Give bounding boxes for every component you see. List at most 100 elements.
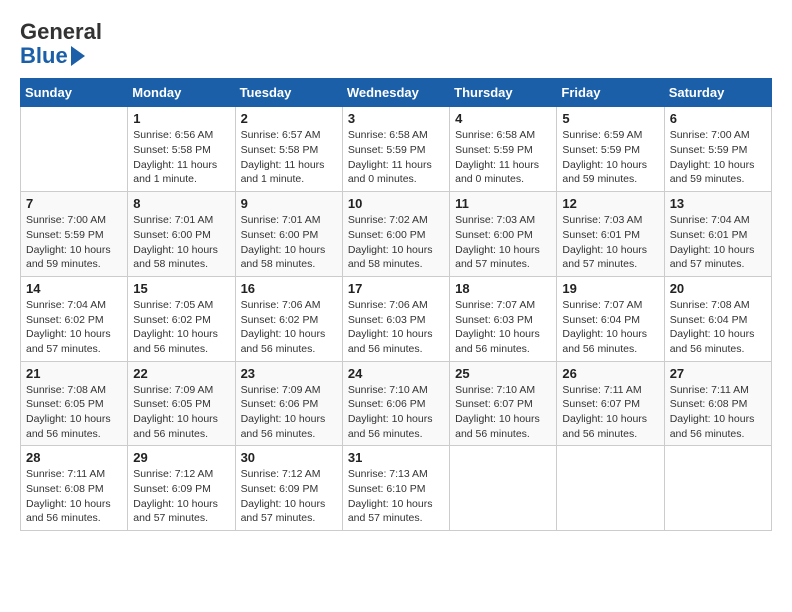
calendar-week-row: 14 Sunrise: 7:04 AMSunset: 6:02 PMDayligh…: [21, 276, 772, 361]
calendar-cell: 10 Sunrise: 7:02 AMSunset: 6:00 PMDayligh…: [342, 192, 449, 277]
calendar-cell: 8 Sunrise: 7:01 AMSunset: 6:00 PMDaylight…: [128, 192, 235, 277]
day-info: Sunrise: 7:07 AMSunset: 6:03 PMDaylight:…: [455, 298, 551, 357]
day-info: Sunrise: 7:07 AMSunset: 6:04 PMDaylight:…: [562, 298, 658, 357]
day-number: 5: [562, 111, 658, 126]
day-info: Sunrise: 7:09 AMSunset: 6:05 PMDaylight:…: [133, 383, 229, 442]
calendar-cell: 5 Sunrise: 6:59 AMSunset: 5:59 PMDaylight…: [557, 107, 664, 192]
day-info: Sunrise: 7:03 AMSunset: 6:00 PMDaylight:…: [455, 213, 551, 272]
day-header-wednesday: Wednesday: [342, 79, 449, 107]
day-number: 7: [26, 196, 122, 211]
logo: General Blue: [20, 20, 102, 68]
calendar-cell: 24Sunrise: 7:10 AMSunset: 6:06 PMDayligh…: [342, 361, 449, 446]
day-number: 18: [455, 281, 551, 296]
calendar-cell: 15Sunrise: 7:05 AMSunset: 6:02 PMDayligh…: [128, 276, 235, 361]
day-info: Sunrise: 7:12 AMSunset: 6:09 PMDaylight:…: [241, 467, 337, 526]
day-header-tuesday: Tuesday: [235, 79, 342, 107]
day-number: 19: [562, 281, 658, 296]
calendar-cell: [557, 446, 664, 531]
day-number: 25: [455, 366, 551, 381]
calendar-cell: 27 Sunrise: 7:11 AMSunset: 6:08 PMDayligh…: [664, 361, 771, 446]
calendar-cell: 28 Sunrise: 7:11 AMSunset: 6:08 PMDayligh…: [21, 446, 128, 531]
day-header-friday: Friday: [557, 79, 664, 107]
calendar-cell: [450, 446, 557, 531]
day-info: Sunrise: 6:56 AMSunset: 5:58 PMDaylight:…: [133, 128, 229, 187]
day-info: Sunrise: 7:11 AMSunset: 6:08 PMDaylight:…: [670, 383, 766, 442]
calendar-table: SundayMondayTuesdayWednesdayThursdayFrid…: [20, 78, 772, 531]
day-header-sunday: Sunday: [21, 79, 128, 107]
day-info: Sunrise: 7:11 AMSunset: 6:07 PMDaylight:…: [562, 383, 658, 442]
day-number: 13: [670, 196, 766, 211]
calendar-cell: 14 Sunrise: 7:04 AMSunset: 6:02 PMDayligh…: [21, 276, 128, 361]
day-number: 15: [133, 281, 229, 296]
day-number: 10: [348, 196, 444, 211]
day-info: Sunrise: 7:04 AMSunset: 6:02 PMDaylight:…: [26, 298, 122, 357]
day-number: 12: [562, 196, 658, 211]
calendar-cell: 26 Sunrise: 7:11 AMSunset: 6:07 PMDayligh…: [557, 361, 664, 446]
calendar-cell: 17Sunrise: 7:06 AMSunset: 6:03 PMDayligh…: [342, 276, 449, 361]
day-info: Sunrise: 7:09 AMSunset: 6:06 PMDaylight:…: [241, 383, 337, 442]
day-info: Sunrise: 6:58 AMSunset: 5:59 PMDaylight:…: [455, 128, 551, 187]
day-number: 28: [26, 450, 122, 465]
calendar-cell: 13 Sunrise: 7:04 AMSunset: 6:01 PMDayligh…: [664, 192, 771, 277]
calendar-cell: 19 Sunrise: 7:07 AMSunset: 6:04 PMDayligh…: [557, 276, 664, 361]
logo-text-blue: Blue: [20, 44, 68, 68]
day-info: Sunrise: 7:04 AMSunset: 6:01 PMDaylight:…: [670, 213, 766, 272]
logo-arrow-icon: [71, 46, 85, 66]
calendar-cell: 4 Sunrise: 6:58 AMSunset: 5:59 PMDaylight…: [450, 107, 557, 192]
calendar-cell: 1Sunrise: 6:56 AMSunset: 5:58 PMDaylight…: [128, 107, 235, 192]
calendar-cell: 25Sunrise: 7:10 AMSunset: 6:07 PMDayligh…: [450, 361, 557, 446]
day-number: 20: [670, 281, 766, 296]
calendar-week-row: 28 Sunrise: 7:11 AMSunset: 6:08 PMDayligh…: [21, 446, 772, 531]
day-number: 30: [241, 450, 337, 465]
calendar-cell: 11 Sunrise: 7:03 AMSunset: 6:00 PMDayligh…: [450, 192, 557, 277]
calendar-cell: 18 Sunrise: 7:07 AMSunset: 6:03 PMDayligh…: [450, 276, 557, 361]
day-number: 27: [670, 366, 766, 381]
calendar-cell: 29Sunrise: 7:12 AMSunset: 6:09 PMDayligh…: [128, 446, 235, 531]
day-info: Sunrise: 7:11 AMSunset: 6:08 PMDaylight:…: [26, 467, 122, 526]
calendar-cell: 6 Sunrise: 7:00 AMSunset: 5:59 PMDaylight…: [664, 107, 771, 192]
calendar-cell: 21Sunrise: 7:08 AMSunset: 6:05 PMDayligh…: [21, 361, 128, 446]
day-info: Sunrise: 7:01 AMSunset: 6:00 PMDaylight:…: [241, 213, 337, 272]
day-number: 23: [241, 366, 337, 381]
day-header-thursday: Thursday: [450, 79, 557, 107]
day-number: 11: [455, 196, 551, 211]
day-info: Sunrise: 7:00 AMSunset: 5:59 PMDaylight:…: [26, 213, 122, 272]
calendar-week-row: 1Sunrise: 6:56 AMSunset: 5:58 PMDaylight…: [21, 107, 772, 192]
calendar-cell: 12 Sunrise: 7:03 AMSunset: 6:01 PMDayligh…: [557, 192, 664, 277]
day-number: 4: [455, 111, 551, 126]
day-header-saturday: Saturday: [664, 79, 771, 107]
day-number: 31: [348, 450, 444, 465]
calendar-cell: 20 Sunrise: 7:08 AMSunset: 6:04 PMDayligh…: [664, 276, 771, 361]
calendar-cell: 31 Sunrise: 7:13 AMSunset: 6:10 PMDayligh…: [342, 446, 449, 531]
calendar-cell: 30 Sunrise: 7:12 AMSunset: 6:09 PMDayligh…: [235, 446, 342, 531]
calendar-cell: 7 Sunrise: 7:00 AMSunset: 5:59 PMDaylight…: [21, 192, 128, 277]
day-info: Sunrise: 6:57 AMSunset: 5:58 PMDaylight:…: [241, 128, 337, 187]
day-number: 17: [348, 281, 444, 296]
calendar-body: 1Sunrise: 6:56 AMSunset: 5:58 PMDaylight…: [21, 107, 772, 531]
day-number: 8: [133, 196, 229, 211]
logo-text-general: General: [20, 20, 102, 44]
day-number: 16: [241, 281, 337, 296]
day-number: 6: [670, 111, 766, 126]
calendar-week-row: 7 Sunrise: 7:00 AMSunset: 5:59 PMDaylight…: [21, 192, 772, 277]
day-info: Sunrise: 7:02 AMSunset: 6:00 PMDaylight:…: [348, 213, 444, 272]
day-number: 22: [133, 366, 229, 381]
day-number: 9: [241, 196, 337, 211]
day-info: Sunrise: 6:59 AMSunset: 5:59 PMDaylight:…: [562, 128, 658, 187]
day-info: Sunrise: 7:08 AMSunset: 6:04 PMDaylight:…: [670, 298, 766, 357]
day-info: Sunrise: 7:00 AMSunset: 5:59 PMDaylight:…: [670, 128, 766, 187]
calendar-cell: 23 Sunrise: 7:09 AMSunset: 6:06 PMDayligh…: [235, 361, 342, 446]
day-info: Sunrise: 7:03 AMSunset: 6:01 PMDaylight:…: [562, 213, 658, 272]
calendar-cell: [664, 446, 771, 531]
day-info: Sunrise: 7:01 AMSunset: 6:00 PMDaylight:…: [133, 213, 229, 272]
calendar-cell: 16Sunrise: 7:06 AMSunset: 6:02 PMDayligh…: [235, 276, 342, 361]
day-info: Sunrise: 7:13 AMSunset: 6:10 PMDaylight:…: [348, 467, 444, 526]
day-number: 29: [133, 450, 229, 465]
day-number: 26: [562, 366, 658, 381]
day-number: 14: [26, 281, 122, 296]
day-info: Sunrise: 7:08 AMSunset: 6:05 PMDaylight:…: [26, 383, 122, 442]
page-header: General Blue: [20, 20, 772, 68]
calendar-cell: 22 Sunrise: 7:09 AMSunset: 6:05 PMDayligh…: [128, 361, 235, 446]
calendar-week-row: 21Sunrise: 7:08 AMSunset: 6:05 PMDayligh…: [21, 361, 772, 446]
calendar-cell: [21, 107, 128, 192]
